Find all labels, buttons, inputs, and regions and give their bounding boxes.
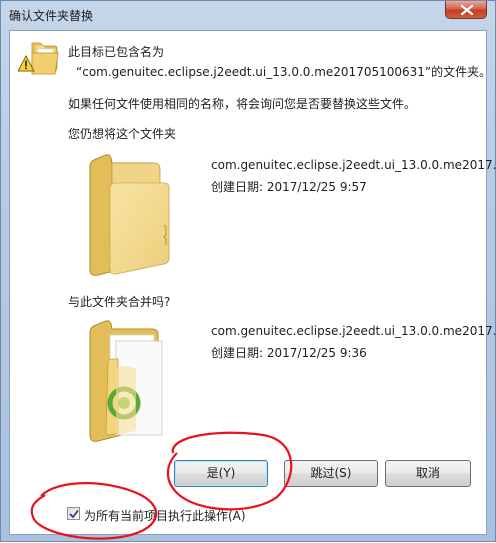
skip-button[interactable]: 跳过(S) xyxy=(284,460,378,487)
message-replace-warning: 如果任何文件使用相同的名称，将会询问您是否要替换这些文件。 xyxy=(68,97,417,111)
new-folder-name: com.genuitec.eclipse.j2eedt.ui_13.0.0.me… xyxy=(211,324,496,338)
apply-to-all-checkbox[interactable] xyxy=(67,507,80,520)
apply-to-all-label[interactable]: 为所有当前项目执行此操作(A) xyxy=(84,507,246,524)
merge-question: 与此文件夹合并吗? xyxy=(68,295,171,309)
checkmark-icon xyxy=(69,509,79,519)
warning-folder-icon xyxy=(18,42,59,75)
close-icon xyxy=(461,5,473,15)
existing-folder-created: 创建日期: 2017/12/25 9:57 xyxy=(211,180,367,194)
existing-folder-name: com.genuitec.eclipse.j2eedt.ui_13.0.0.me… xyxy=(211,158,496,172)
new-folder-icon[interactable] xyxy=(86,319,176,445)
cancel-button[interactable]: 取消 xyxy=(385,460,471,487)
close-button[interactable] xyxy=(445,1,487,19)
existing-folder-icon[interactable] xyxy=(86,153,172,277)
window-title: 确认文件夹替换 xyxy=(9,9,94,23)
new-folder-created: 创建日期: 2017/12/25 9:36 xyxy=(211,346,367,360)
yes-button[interactable]: 是(Y) xyxy=(174,460,268,487)
title-bar[interactable]: 确认文件夹替换 xyxy=(1,1,495,29)
dialog-content: 此目标已包含名为 “com.genuitec.eclipse.j2eedt.ui… xyxy=(9,30,496,535)
message-prompt: 您仍想将这个文件夹 xyxy=(68,127,177,141)
message-line-1: 此目标已包含名为 xyxy=(68,45,165,59)
message-folder-name: “com.genuitec.eclipse.j2eedt.ui_13.0.0.m… xyxy=(76,65,492,79)
confirm-folder-replace-dialog: 确认文件夹替换 此目标已包含名为 “com.genuitec.eclipse.j… xyxy=(0,0,496,542)
